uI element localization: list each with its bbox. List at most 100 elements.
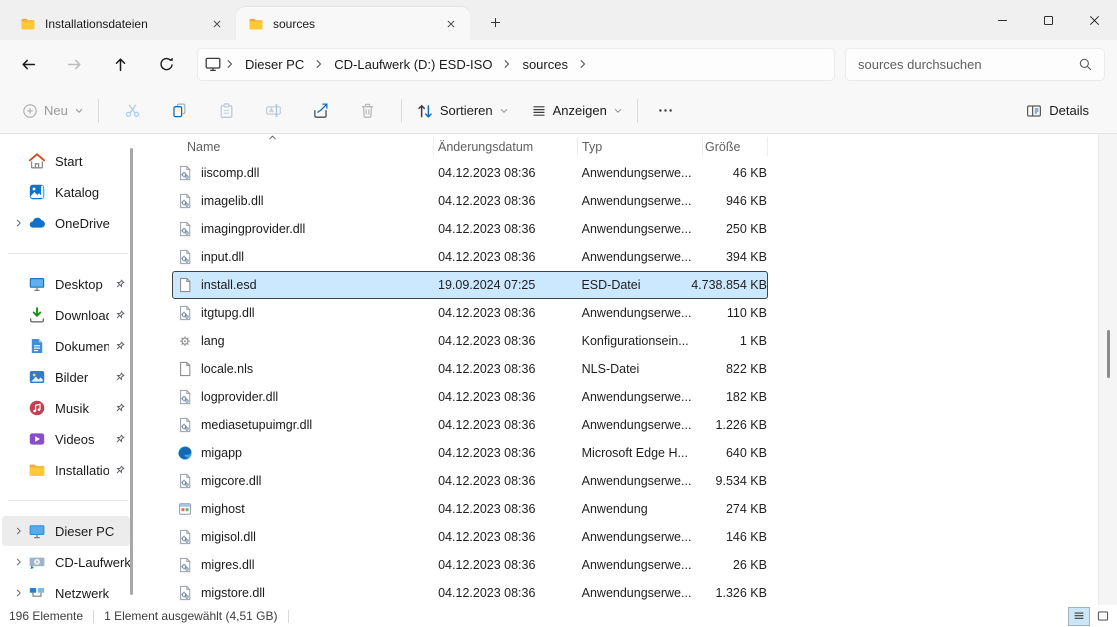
sidebar-item-cd-laufwerk-d[interactable]: CD-Laufwerk (D [2, 547, 130, 577]
details-pane-button[interactable]: Details [1018, 93, 1097, 129]
file-row-migapp[interactable]: migapp04.12.2023 08:36Microsoft Edge H..… [172, 439, 768, 467]
breadcrumb-chevron-icon[interactable] [224, 58, 236, 70]
sidebar-item-bilder[interactable]: Bilder [2, 362, 130, 392]
file-row-mediasetupuimgr-dll[interactable]: mediasetupuimgr.dll04.12.2023 08:36Anwen… [172, 411, 768, 439]
refresh-button[interactable] [143, 46, 189, 82]
file-row-imagingprovider-dll[interactable]: imagingprovider.dll04.12.2023 08:36Anwen… [172, 215, 768, 243]
sidebar-item-label: Desktop [55, 277, 109, 292]
column-header-type[interactable]: Typ [578, 137, 703, 156]
sidebar-item-start[interactable]: Start [2, 146, 130, 176]
paste-button[interactable] [203, 93, 250, 129]
file-row-locale-nls[interactable]: locale.nls04.12.2023 08:36NLS-Datei822 K… [172, 355, 768, 383]
sidebar-item-onedrive[interactable]: OneDrive [2, 208, 130, 238]
breadcrumb-segment-dieser-pc[interactable]: Dieser PC [238, 53, 311, 76]
file-row-imagelib-dll[interactable]: imagelib.dll04.12.2023 08:36Anwendungser… [172, 187, 768, 215]
file-row-input-dll[interactable]: input.dll04.12.2023 08:36Anwendungserwe.… [172, 243, 768, 271]
breadcrumb[interactable]: Dieser PC CD-Laufwerk (D:) ESD-ISO sources [197, 48, 835, 81]
file-row-mighost[interactable]: mighost04.12.2023 08:36Anwendung274 KB [172, 495, 768, 523]
minimize-icon [996, 14, 1009, 27]
cut-button[interactable] [109, 93, 156, 129]
view-button[interactable]: Anzeigen [527, 93, 627, 129]
sidebar-item-musik[interactable]: Musik [2, 393, 130, 423]
new-button[interactable]: Neu [18, 93, 88, 129]
file-name-cell: locale.nls [173, 361, 434, 377]
expand-chevron-icon[interactable] [10, 217, 28, 229]
vertical-scrollbar[interactable] [1098, 134, 1117, 605]
close-window-button[interactable] [1071, 0, 1117, 40]
up-button[interactable] [97, 46, 143, 82]
tab-sources[interactable]: sources [236, 7, 470, 40]
sidebar-item-dieser-pc[interactable]: Dieser PC [2, 516, 130, 546]
sidebar-item-label: Musik [55, 401, 109, 416]
back-button[interactable] [5, 46, 51, 82]
sidebar-item-desktop[interactable]: Desktop [2, 269, 130, 299]
sidebar-scrollbar[interactable] [130, 148, 133, 595]
tab-close-button[interactable] [208, 15, 226, 33]
file-row-migstore-dll[interactable]: migstore.dll04.12.2023 08:36Anwendungser… [172, 579, 768, 605]
file-type-cell: Microsoft Edge H... [578, 446, 703, 460]
file-row-logprovider-dll[interactable]: logprovider.dll04.12.2023 08:36Anwendung… [172, 383, 768, 411]
breadcrumb-chevron-icon[interactable] [501, 58, 513, 70]
column-header-size[interactable]: Größe [703, 137, 768, 156]
breadcrumb-chevron-icon[interactable] [313, 58, 325, 70]
file-row-itgtupg-dll[interactable]: itgtupg.dll04.12.2023 08:36Anwendungserw… [172, 299, 768, 327]
file-row-lang[interactable]: lang04.12.2023 08:36Konfigurationsein...… [172, 327, 768, 355]
column-header-date[interactable]: Änderungsdatum [434, 137, 578, 156]
video-icon [28, 430, 46, 448]
close-icon [212, 19, 222, 29]
column-header-name[interactable]: Name [172, 137, 434, 156]
more-options-button[interactable] [648, 93, 684, 129]
onedrive-icon [28, 214, 46, 232]
file-type-cell: Anwendung [578, 502, 703, 516]
delete-button[interactable] [344, 93, 391, 129]
file-row-install-esd[interactable]: install.esd19.09.2024 07:25ESD-Datei4.73… [172, 271, 768, 299]
sidebar-item-netzwerk[interactable]: Netzwerk [2, 578, 130, 605]
toolbar-separator [637, 99, 638, 123]
folder-icon [20, 16, 36, 32]
sidebar-item-dokumente[interactable]: Dokumente [2, 331, 130, 361]
rename-button[interactable] [250, 93, 297, 129]
share-button[interactable] [297, 93, 344, 129]
file-name-cell: imagelib.dll [173, 193, 434, 209]
file-date-cell: 04.12.2023 08:36 [434, 586, 578, 600]
chevron-right-icon [14, 526, 24, 536]
file-row-migres-dll[interactable]: migres.dll04.12.2023 08:36Anwendungserwe… [172, 551, 768, 579]
file-row-migisol-dll[interactable]: migisol.dll04.12.2023 08:36Anwendungserw… [172, 523, 768, 551]
expand-chevron-icon[interactable] [10, 556, 28, 568]
sidebar-item-videos[interactable]: Videos [2, 424, 130, 454]
sidebar-item-downloads[interactable]: Downloads [2, 300, 130, 330]
expand-chevron-icon[interactable] [10, 587, 28, 599]
file-row-migcore-dll[interactable]: migcore.dll04.12.2023 08:36Anwendungserw… [172, 467, 768, 495]
breadcrumb-chevron-icon[interactable] [577, 58, 589, 70]
file-name: input.dll [201, 250, 244, 264]
minimize-button[interactable] [979, 0, 1025, 40]
file-type-cell: Anwendungserwe... [578, 166, 703, 180]
sidebar-item-katalog[interactable]: Katalog [2, 177, 130, 207]
expand-chevron-icon[interactable] [10, 525, 28, 537]
search-input[interactable] [846, 57, 1078, 72]
file-size-cell: 110 KB [702, 306, 767, 320]
details-view-button[interactable] [1068, 607, 1090, 626]
file-size-cell: 250 KB [702, 222, 767, 236]
maximize-icon [1042, 14, 1055, 27]
maximize-button[interactable] [1025, 0, 1071, 40]
sort-button[interactable]: Sortieren [412, 93, 513, 129]
forward-button[interactable] [51, 46, 97, 82]
new-tab-button[interactable] [482, 9, 508, 35]
scrollbar-thumb[interactable] [1107, 330, 1110, 378]
breadcrumb-segment-sources[interactable]: sources [515, 53, 575, 76]
file-explorer-window: Installationsdateien sources Dieser PCCD… [0, 0, 1117, 627]
sidebar-item-label: Katalog [55, 185, 130, 200]
file-size-cell: 4.738.854 KB [702, 278, 767, 292]
dll-file-icon [177, 305, 193, 321]
file-type-cell: Konfigurationsein... [578, 334, 703, 348]
sidebar-item-installationsc[interactable]: Installationsc [2, 455, 130, 485]
breadcrumb-segment-cd-laufwerk-d-esd-iso[interactable]: CD-Laufwerk (D:) ESD-ISO [327, 53, 499, 76]
tab-installationsdateien[interactable]: Installationsdateien [8, 7, 236, 40]
home-icon [28, 152, 46, 170]
file-row-iiscomp-dll[interactable]: iiscomp.dll04.12.2023 08:36Anwendungserw… [172, 159, 768, 187]
tab-close-button[interactable] [442, 15, 460, 33]
copy-button[interactable] [156, 93, 203, 129]
details-panel-icon [1026, 103, 1042, 119]
thumbnail-view-button[interactable] [1092, 607, 1114, 626]
